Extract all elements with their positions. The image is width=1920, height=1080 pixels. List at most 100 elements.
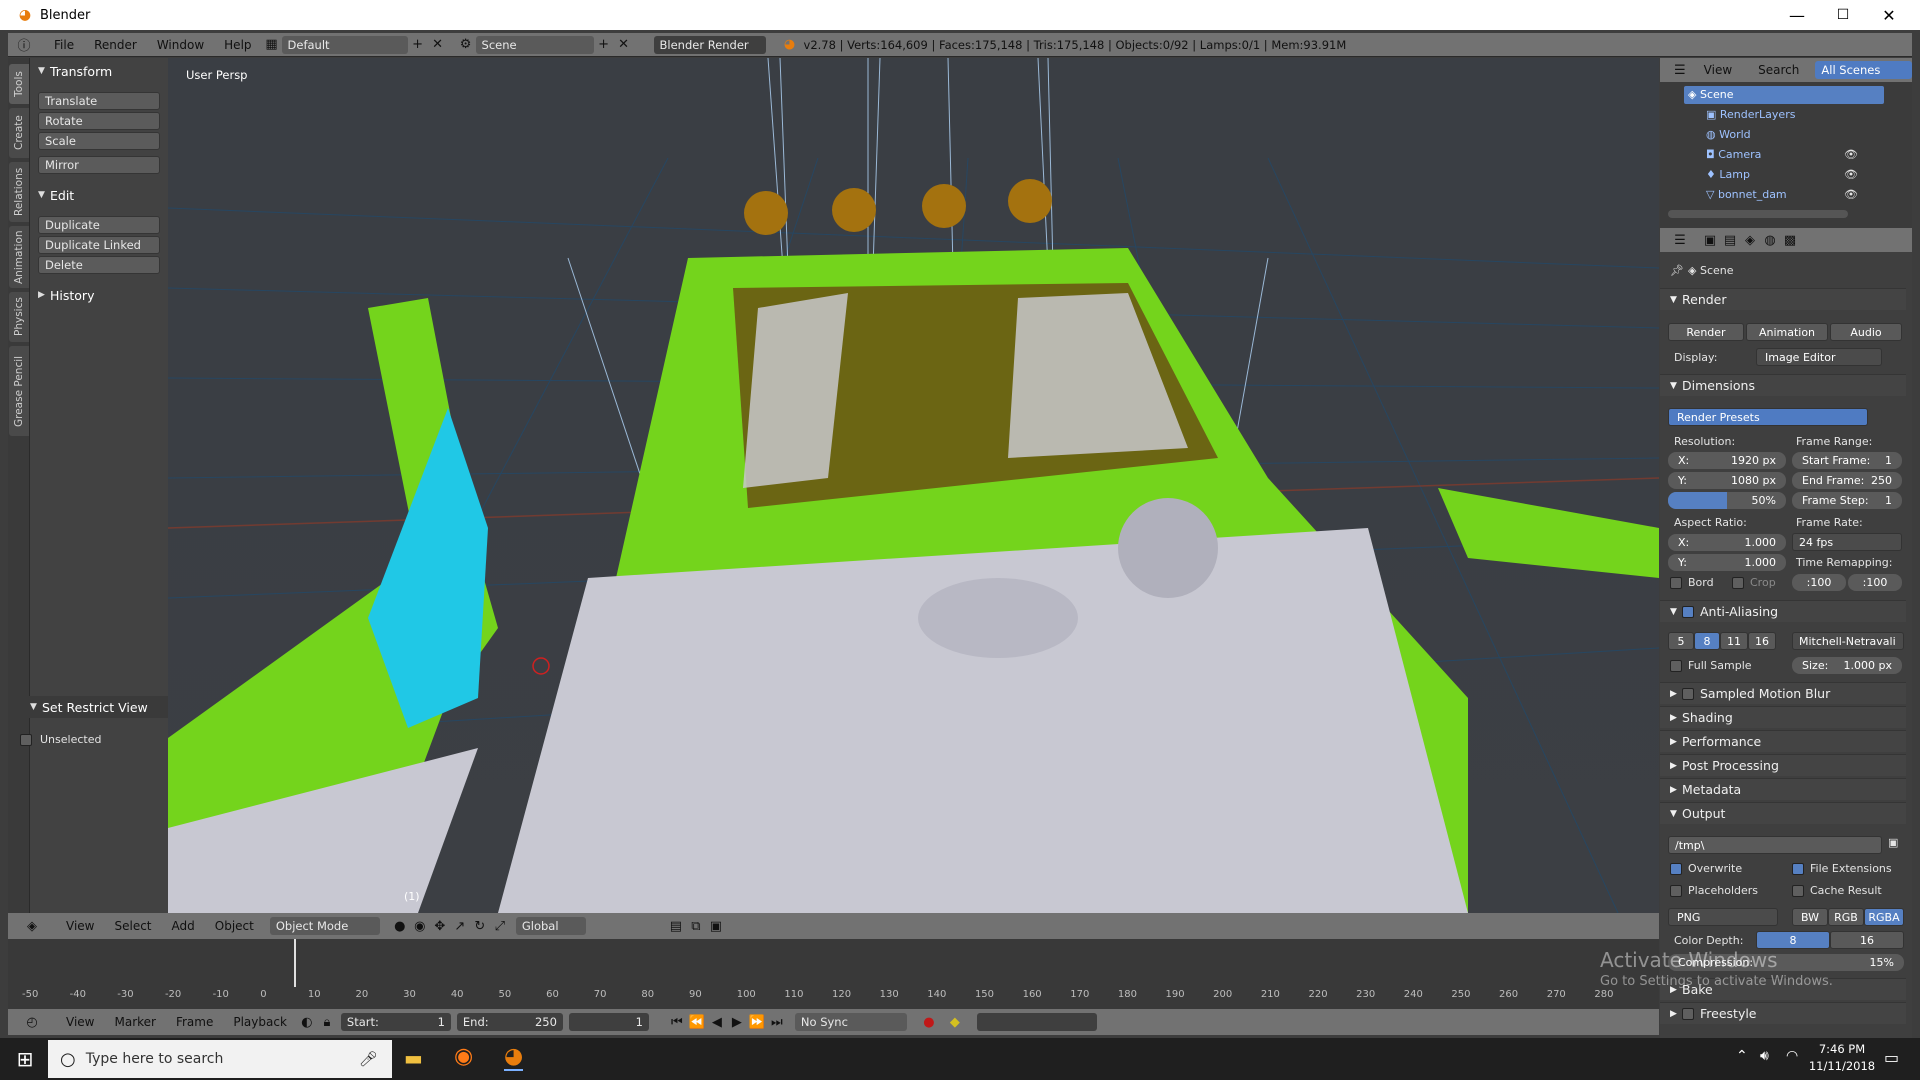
delete-button[interactable]: Delete: [38, 256, 160, 274]
outliner-item-lamp[interactable]: ♦ Lamp: [1706, 168, 1750, 181]
menu-view[interactable]: View: [56, 919, 104, 933]
screen-layout-field[interactable]: Default: [281, 35, 408, 54]
transform-orientation-select[interactable]: Global: [515, 917, 586, 935]
color-depth-16[interactable]: 16: [1830, 931, 1904, 949]
menu-window[interactable]: Window: [147, 38, 214, 52]
render-icon[interactable]: ▣: [706, 917, 726, 935]
menu-playback[interactable]: Playback: [223, 1015, 297, 1029]
render-engine-select[interactable]: Blender Render: [653, 35, 766, 54]
duplicate-button[interactable]: Duplicate: [38, 216, 160, 234]
clock-date[interactable]: 11/11/2018: [1808, 1059, 1876, 1073]
visibility-eye-icon[interactable]: 👁︎: [1844, 168, 1858, 181]
close-button[interactable]: ✕: [1866, 0, 1912, 30]
scene-icon[interactable]: ⚙: [456, 36, 476, 54]
end-frame-field[interactable]: End: 250: [456, 1013, 563, 1031]
unselected-checkbox[interactable]: [20, 734, 32, 746]
layers-icon[interactable]: ▤: [666, 917, 686, 935]
volume-icon[interactable]: 🔊︎: [1760, 1048, 1769, 1064]
scene-tab-icon[interactable]: ◈: [1740, 231, 1760, 249]
border-checkbox[interactable]: [1670, 577, 1682, 589]
layers-tab-icon[interactable]: ▤: [1720, 231, 1740, 249]
network-icon[interactable]: ◠: [1786, 1048, 1798, 1064]
play-reverse-icon[interactable]: ◀: [707, 1013, 727, 1031]
anti-aliasing-section-header[interactable]: ▼ Anti-Aliasing: [1660, 600, 1906, 622]
shading-icon[interactable]: ●: [390, 917, 410, 935]
blender-taskbar-icon[interactable]: ◕: [504, 1044, 524, 1071]
output-path-field[interactable]: /tmp\: [1668, 836, 1882, 854]
aa-size-field[interactable]: Size: 1.000 px: [1792, 657, 1902, 674]
sampled-motion-blur-section[interactable]: ▶ Sampled Motion Blur: [1660, 682, 1906, 704]
menu-render[interactable]: Render: [84, 38, 147, 52]
tab-relations[interactable]: Relations: [9, 162, 29, 222]
timeline[interactable]: -50 -40 -30 -20 -10 0 10 20 30 40 50 60 70 80 90 100 110…: [8, 939, 1659, 1009]
aa-samples-8[interactable]: 8: [1694, 632, 1720, 650]
editor-type-icon[interactable]: ◴: [22, 1013, 42, 1031]
full-sample-checkbox[interactable]: [1670, 660, 1682, 672]
outliner-item-world[interactable]: ◍ World: [1706, 128, 1751, 141]
editor-type-icon[interactable]: ⓘ: [14, 36, 34, 54]
outliner-scrollbar[interactable]: [1668, 210, 1848, 218]
shading-section[interactable]: ▶ Shading: [1660, 706, 1906, 728]
jump-end-icon[interactable]: ⏭: [767, 1013, 787, 1031]
overwrite-checkbox[interactable]: [1670, 863, 1682, 875]
pivot-icon[interactable]: ◉: [410, 917, 430, 935]
duplicate-linked-button[interactable]: Duplicate Linked: [38, 236, 160, 254]
motion-blur-checkbox[interactable]: [1682, 687, 1694, 700]
tab-tools[interactable]: Tools: [9, 64, 29, 104]
outliner-item-renderlayers[interactable]: ▣ RenderLayers: [1706, 108, 1795, 121]
aa-samples-16[interactable]: 16: [1748, 632, 1776, 650]
record-icon[interactable]: ●: [919, 1013, 939, 1031]
display-select[interactable]: Image Editor: [1756, 348, 1882, 366]
menu-search[interactable]: Search: [1758, 63, 1799, 77]
color-depth-8[interactable]: 8: [1756, 931, 1830, 949]
render-button[interactable]: Render: [1668, 323, 1744, 341]
add-scene-icon[interactable]: +: [594, 36, 614, 54]
aa-samples-5[interactable]: 5: [1668, 632, 1694, 650]
clock-time[interactable]: 7:46 PM: [1812, 1042, 1872, 1056]
menu-view[interactable]: View: [1704, 63, 1732, 77]
microphone-icon[interactable]: 🎤︎: [359, 1050, 378, 1068]
audio-button[interactable]: Audio: [1830, 323, 1902, 341]
scale-manipulator-icon[interactable]: ⤢: [490, 917, 510, 935]
preview-range-icon[interactable]: ◐: [297, 1013, 317, 1031]
scale-button[interactable]: Scale: [38, 132, 160, 150]
keying-set-icon[interactable]: ◆: [945, 1013, 965, 1031]
editor-type-icon[interactable]: ☰: [1670, 61, 1690, 79]
editor-type-icon[interactable]: ◈: [22, 917, 42, 935]
performance-section[interactable]: ▶ Performance: [1660, 730, 1906, 752]
current-frame-field[interactable]: 1: [568, 1013, 649, 1031]
menu-select[interactable]: Select: [104, 919, 161, 933]
manipulator-icon[interactable]: ✥: [430, 917, 450, 935]
tab-create[interactable]: Create: [9, 108, 29, 158]
menu-frame[interactable]: Frame: [166, 1015, 223, 1029]
crop-checkbox[interactable]: [1732, 577, 1744, 589]
maximize-button[interactable]: ☐: [1820, 0, 1866, 30]
windows-start-icon[interactable]: ⊞: [12, 1046, 38, 1072]
search-placeholder[interactable]: Type here to search: [86, 1051, 224, 1067]
play-icon[interactable]: ▶: [727, 1013, 747, 1031]
minimize-button[interactable]: —: [1774, 0, 1820, 30]
3d-cursor-icon[interactable]: [532, 657, 550, 675]
editor-type-icon[interactable]: ☰: [1670, 231, 1690, 249]
resolution-y-field[interactable]: Y: 1080 px: [1668, 472, 1786, 489]
color-mode-bw[interactable]: BW: [1792, 908, 1828, 926]
screen-layout-icon[interactable]: ▦: [262, 36, 282, 54]
translate-manipulator-icon[interactable]: ↗: [450, 917, 470, 935]
render-section-header[interactable]: ▼ Render: [1660, 288, 1906, 310]
3d-viewport[interactable]: User Persp (1): [168, 58, 1659, 913]
tab-physics[interactable]: Physics: [9, 292, 29, 342]
placeholders-checkbox[interactable]: [1670, 885, 1682, 897]
outliner-item-scene[interactable]: ◈ Scene: [1688, 88, 1734, 101]
keying-set-field[interactable]: [976, 1013, 1097, 1031]
current-frame-cursor[interactable]: [294, 939, 296, 987]
menu-object[interactable]: Object: [205, 919, 264, 933]
aspect-y-field[interactable]: Y: 1.000: [1668, 554, 1786, 571]
file-extensions-checkbox[interactable]: [1792, 863, 1804, 875]
tab-grease-pencil[interactable]: Grease Pencil: [9, 346, 29, 436]
remove-scene-icon[interactable]: ✕: [614, 36, 634, 54]
aspect-x-field[interactable]: X: 1.000: [1668, 534, 1786, 551]
color-mode-rgba[interactable]: RGBA: [1864, 908, 1904, 926]
mirror-button[interactable]: Mirror: [38, 156, 160, 174]
system-tray-chevron-icon[interactable]: ⌃: [1736, 1048, 1748, 1064]
rotate-manipulator-icon[interactable]: ↻: [470, 917, 490, 935]
